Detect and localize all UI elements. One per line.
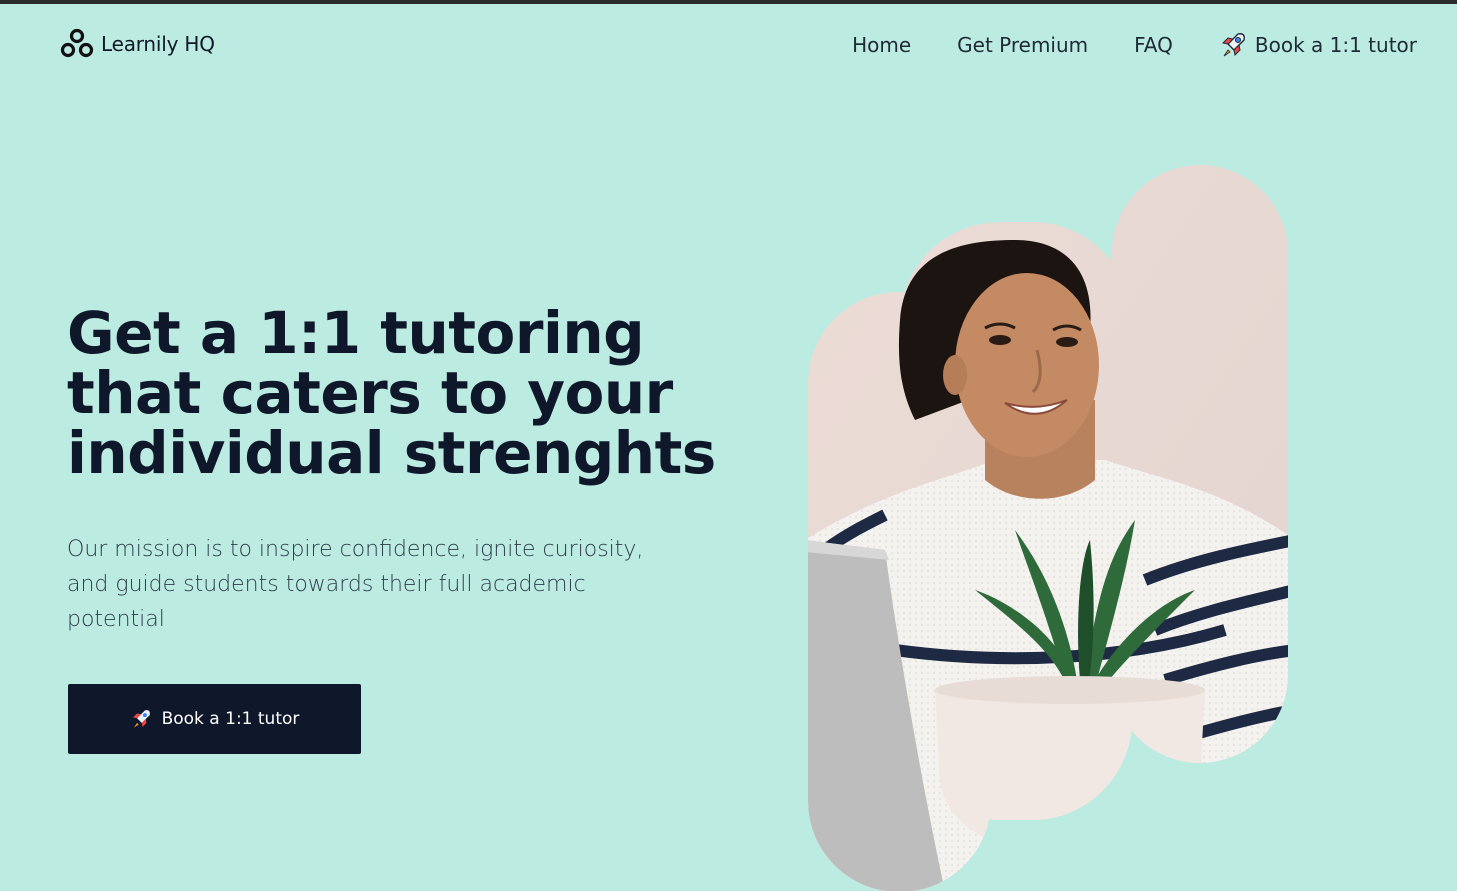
hero-subtitle: Our mission is to inspire confidence, ig… [67, 537, 644, 632]
rocket-icon [132, 710, 150, 728]
book-tutor-button[interactable]: Book a 1:1 tutor [68, 684, 361, 754]
nav-book-tutor-label: Book a 1:1 tutor [1254, 33, 1417, 57]
hero-title-line: individual strenghts [67, 419, 716, 487]
hero-student-image [808, 165, 1288, 891]
three-circles-logo-icon [60, 28, 94, 58]
hero-title-line: that caters to your [67, 359, 673, 427]
brand-logo[interactable]: Learnily HQ [60, 28, 215, 60]
hero-title: Get a 1:1 tutoring that caters to your i… [67, 299, 716, 487]
nav-faq[interactable]: FAQ [1134, 33, 1173, 57]
rocket-icon [1221, 33, 1245, 57]
nav-home[interactable]: Home [852, 33, 911, 57]
nav-book-tutor[interactable]: Book a 1:1 tutor [1219, 31, 1417, 59]
main-nav: Home Get Premium FAQ Book a 1:1 tutor [852, 31, 1417, 59]
browser-top-border [0, 0, 1457, 4]
brand-name: Learnily HQ [101, 32, 215, 56]
book-tutor-button-label: Book a 1:1 tutor [161, 709, 300, 729]
hero-title-line: Get a 1:1 tutoring [67, 299, 645, 367]
nav-get-premium[interactable]: Get Premium [957, 33, 1088, 57]
